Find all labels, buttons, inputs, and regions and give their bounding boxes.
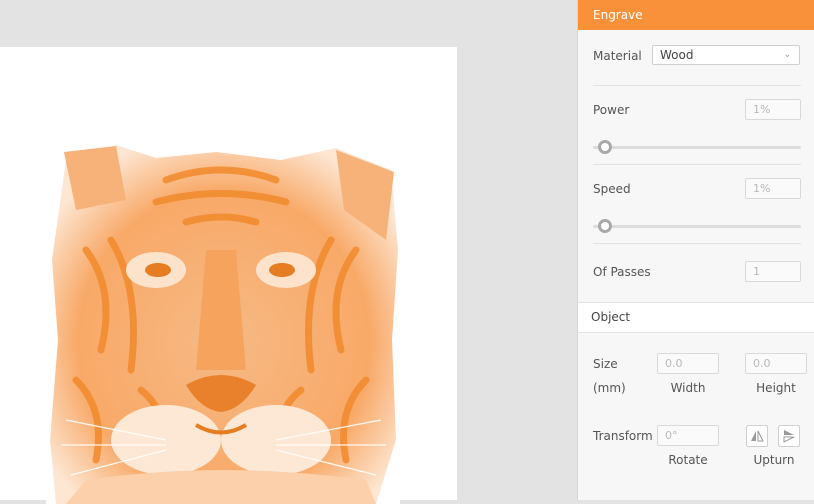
height-input[interactable]: 0.0 [745, 353, 807, 374]
object-section-header: Object [578, 302, 814, 333]
chevron-down-icon: ⌄ [783, 50, 791, 60]
canvas-area[interactable] [0, 0, 577, 504]
width-caption: Width [670, 381, 706, 395]
passes-input[interactable]: 1 [745, 261, 801, 282]
flip-vertical-icon [783, 430, 795, 443]
panel-title: Engrave [578, 0, 814, 30]
material-select[interactable]: Wood ⌄ [652, 45, 800, 65]
power-label: Power [593, 103, 630, 117]
height-caption: Height [756, 381, 796, 395]
tiger-artwork-image[interactable] [46, 140, 400, 504]
divider [593, 164, 801, 165]
power-input[interactable]: 1% [745, 99, 801, 120]
material-selected-value: Wood [660, 48, 694, 62]
speed-slider-handle[interactable] [598, 219, 612, 233]
power-slider-handle[interactable] [598, 140, 612, 154]
speed-label: Speed [593, 182, 631, 196]
upturn-caption: Upturn [753, 453, 795, 467]
flip-vertical-button[interactable] [778, 425, 800, 447]
divider [593, 243, 801, 244]
divider [593, 85, 801, 86]
work-page[interactable] [0, 47, 457, 504]
speed-slider-track[interactable] [593, 225, 801, 228]
size-label: Size [593, 357, 618, 371]
flip-horizontal-icon [751, 430, 764, 442]
power-slider-track[interactable] [593, 146, 801, 149]
material-label: Material [593, 49, 642, 63]
width-input[interactable]: 0.0 [657, 353, 719, 374]
flip-horizontal-button[interactable] [746, 425, 768, 447]
engrave-panel: Engrave Material Wood ⌄ Power 1% Speed 1… [577, 0, 814, 500]
passes-label: Of Passes [593, 265, 651, 279]
rotate-input[interactable]: 0° [657, 425, 719, 446]
rotate-caption: Rotate [668, 453, 708, 467]
speed-input[interactable]: 1% [745, 178, 801, 199]
transform-label: Transform [593, 429, 653, 443]
size-unit-label: (mm) [593, 381, 626, 395]
